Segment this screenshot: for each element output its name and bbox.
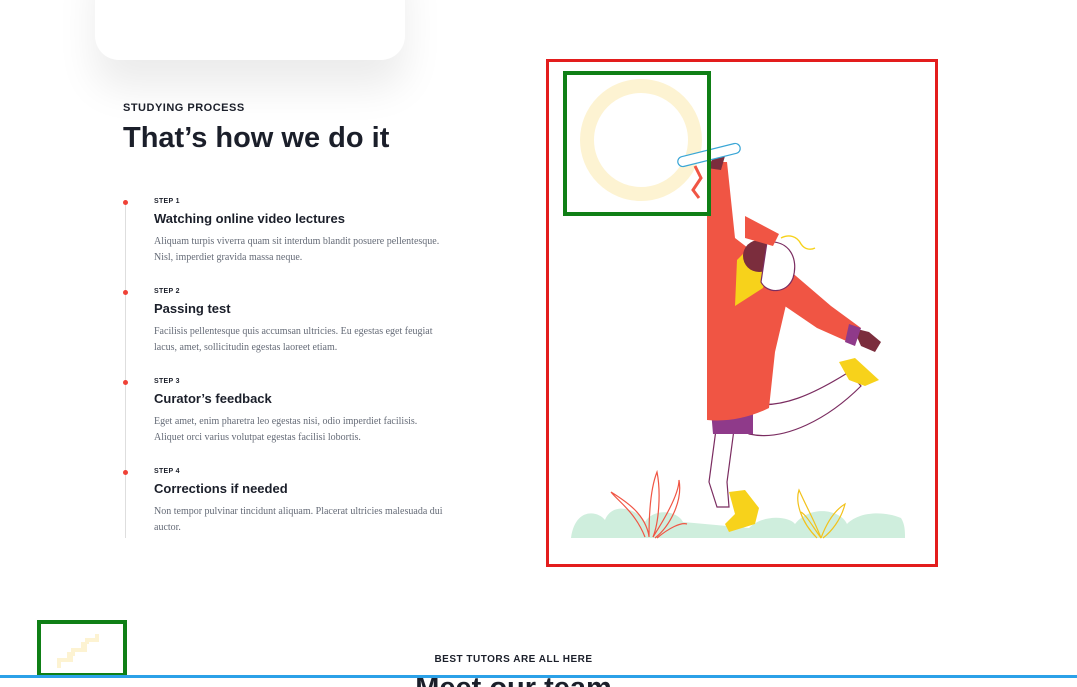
step-title: Watching online video lectures (154, 211, 345, 226)
step-label: STEP 2 (154, 288, 180, 295)
timeline-line (125, 202, 126, 538)
stairs-icon (57, 634, 99, 668)
stairs-decoration-box (37, 620, 127, 677)
step-label: STEP 4 (154, 468, 180, 475)
section-eyebrow: STUDYING PROCESS (123, 102, 245, 114)
bottom-accent-bar (0, 675, 1077, 678)
step-title: Corrections if needed (154, 481, 288, 496)
step-dot (123, 200, 128, 205)
hair (760, 241, 796, 292)
step-title: Curator’s feedback (154, 391, 272, 406)
next-section-eyebrow: BEST TUTORS ARE ALL HERE (434, 654, 593, 665)
step-description: Eget amet, enim pharetra leo egestas nis… (154, 416, 418, 443)
step-description: Facilisis pellentesque quis accumsan ult… (154, 326, 433, 353)
step-dot (123, 290, 128, 295)
step-title: Passing test (154, 301, 231, 316)
step-label: STEP 3 (154, 378, 180, 385)
step-dot (123, 380, 128, 385)
step-description: Aliquam turpis viverra quam sit interdum… (154, 236, 440, 263)
step-label: STEP 1 (154, 198, 180, 205)
studying-process-page: STUDYING PROCESS That’s how we do it STE… (0, 0, 1077, 687)
step-dot (123, 470, 128, 475)
ring-decoration-box (563, 71, 711, 216)
step-description: Non tempor pulvinar tincidunt aliquam. P… (154, 506, 443, 533)
graduation-cap (745, 216, 779, 246)
steps-timeline: STEP 1 Watching online video lectures Al… (120, 196, 450, 538)
previous-section-card (95, 0, 405, 60)
section-title: That’s how we do it (123, 122, 390, 154)
